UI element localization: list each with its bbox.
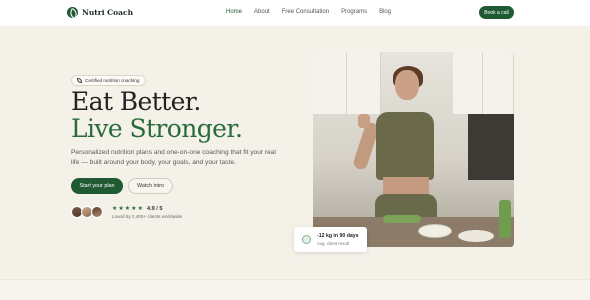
nav-link-programs[interactable]: Programs bbox=[341, 9, 367, 15]
brand-name: Nutri Coach bbox=[82, 8, 134, 17]
hero-photo bbox=[313, 52, 514, 247]
nav-link-about[interactable]: About bbox=[254, 9, 270, 15]
watch-intro-button[interactable]: Watch intro bbox=[128, 178, 173, 194]
headline-line-2: Live Stronger. bbox=[71, 114, 243, 143]
star-icon: ★ bbox=[131, 206, 137, 212]
next-section-edge bbox=[0, 279, 590, 300]
result-card: -12 kg in 90 days Avg. client result bbox=[294, 227, 367, 252]
heart-icon bbox=[302, 235, 311, 244]
leaf-icon bbox=[67, 7, 78, 18]
brand-logo[interactable]: Nutri Coach bbox=[67, 7, 133, 18]
rating-stars: ★ ★ ★ ★ ★ 4.9 / 5 bbox=[112, 205, 163, 213]
certified-badge-label: Certified nutrition coaching bbox=[85, 78, 140, 83]
social-proof-text: Loved by 2,400+ clients worldwide bbox=[112, 214, 183, 219]
nav-links: Home About Free Consultation Programs Bl… bbox=[226, 9, 391, 15]
avatar bbox=[91, 206, 103, 218]
star-icon: ★ bbox=[137, 206, 143, 212]
nav-link-free-consultation[interactable]: Free Consultation bbox=[282, 9, 329, 15]
result-title: -12 kg in 90 days bbox=[317, 233, 359, 239]
hero-description: Personalized nutrition plans and one-on-… bbox=[71, 149, 276, 166]
result-subtitle: Avg. client result bbox=[317, 241, 350, 246]
start-plan-button[interactable]: Start your plan bbox=[71, 178, 123, 194]
star-icon: ★ bbox=[118, 206, 124, 212]
headline-line-1: Eat Better. bbox=[71, 87, 201, 116]
leaf-icon bbox=[77, 78, 82, 83]
book-call-button[interactable]: Book a call bbox=[479, 6, 514, 19]
star-icon: ★ bbox=[124, 206, 131, 212]
certified-badge: Certified nutrition coaching bbox=[71, 75, 147, 86]
nav-link-home[interactable]: Home bbox=[226, 9, 242, 15]
top-navbar: Nutri Coach Home About Free Consultation… bbox=[0, 0, 590, 26]
nav-link-blog[interactable]: Blog bbox=[379, 9, 391, 15]
star-icon: ★ bbox=[112, 206, 118, 212]
hero-headline: Eat Better. Live Stronger. bbox=[71, 87, 243, 143]
rating-value: 4.9 / 5 bbox=[146, 205, 163, 212]
client-avatars bbox=[71, 206, 103, 218]
